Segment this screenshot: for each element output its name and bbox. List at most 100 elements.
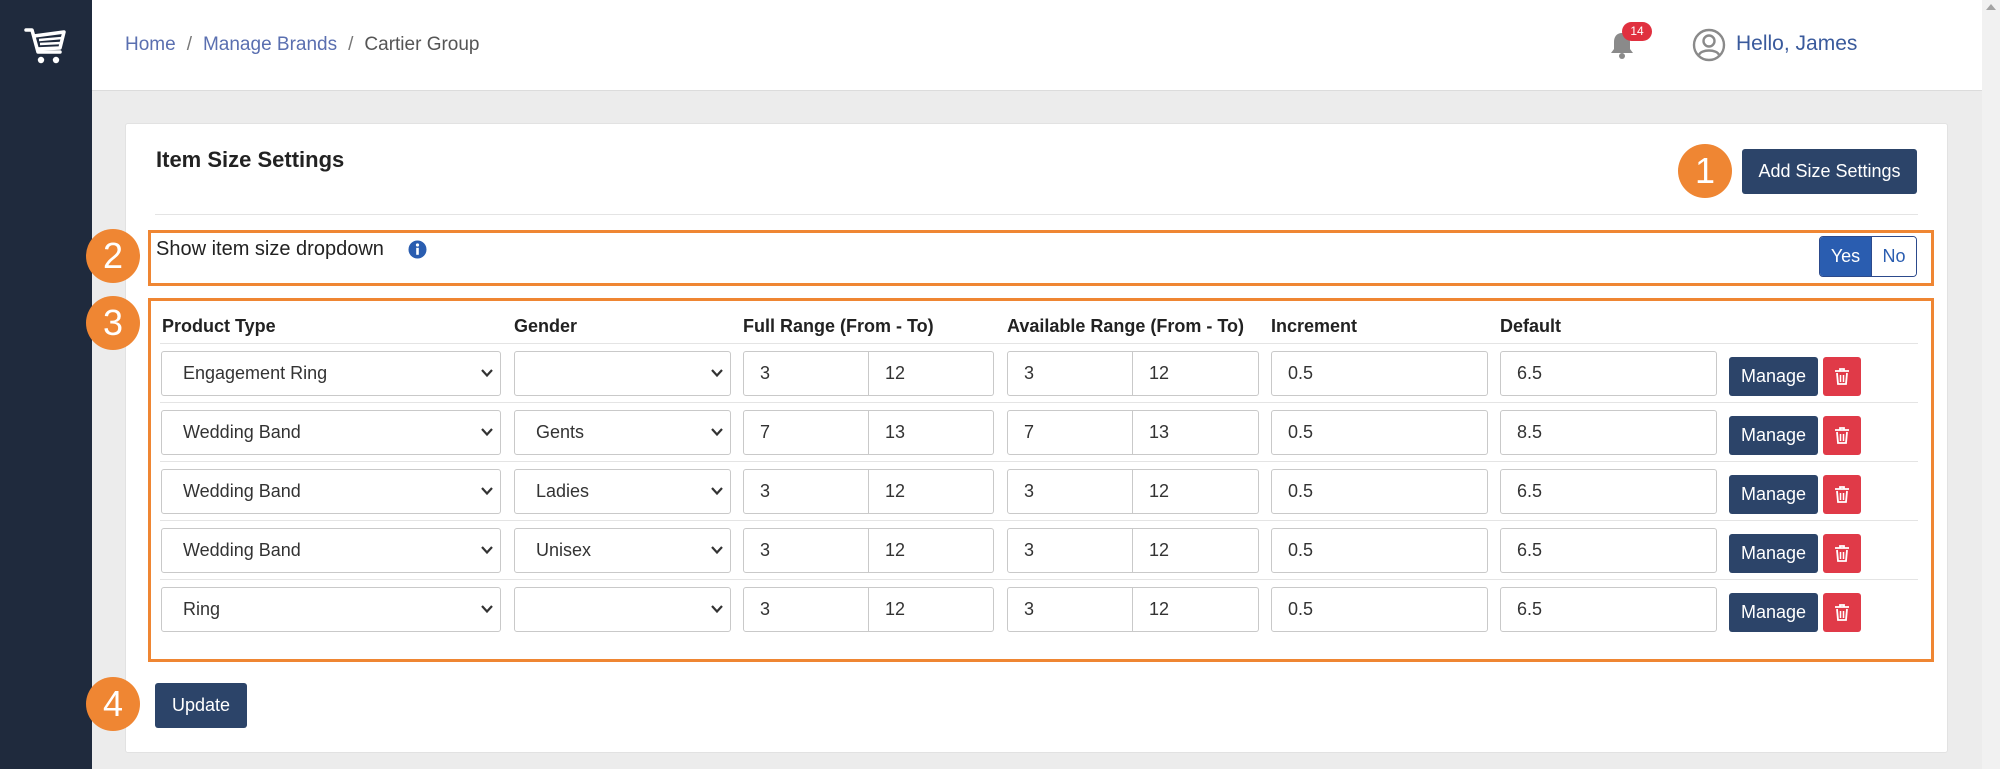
gender-select[interactable] xyxy=(514,587,731,632)
breadcrumb-current: Cartier Group xyxy=(364,34,480,55)
increment-input[interactable]: 0.5 xyxy=(1271,587,1488,632)
table-row: Wedding Band Ladies 3 12 3 12 0.5 6.5 Manage xyxy=(160,461,1918,520)
default-input[interactable]: 6.5 xyxy=(1500,528,1717,573)
full-range-from-input[interactable]: 3 xyxy=(743,587,869,632)
user-circle-icon[interactable] xyxy=(1692,28,1726,62)
delete-button[interactable] xyxy=(1823,416,1861,455)
manage-button[interactable]: Manage xyxy=(1729,357,1818,396)
column-header-available-range: Available Range (From - To) xyxy=(1007,316,1245,336)
add-size-settings-button[interactable]: Add Size Settings xyxy=(1742,149,1917,194)
default-input[interactable]: 6.5 xyxy=(1500,469,1717,514)
available-range-from-input[interactable]: 3 xyxy=(1007,587,1133,632)
full-range-to-input[interactable]: 12 xyxy=(869,469,994,514)
product-type-value: Wedding Band xyxy=(183,481,301,501)
available-range-to-input[interactable]: 12 xyxy=(1133,351,1259,396)
column-header-full-range: Full Range (From - To) xyxy=(743,316,934,336)
chevron-down-icon xyxy=(711,546,723,555)
increment-input[interactable]: 0.5 xyxy=(1271,469,1488,514)
delete-button[interactable] xyxy=(1823,534,1861,573)
trash-icon xyxy=(1835,427,1849,444)
breadcrumb-separator: / xyxy=(348,34,354,55)
product-type-select[interactable]: Wedding Band xyxy=(161,528,501,573)
user-greeting[interactable]: Hello, James xyxy=(1736,32,1857,56)
product-type-select[interactable]: Ring xyxy=(161,587,501,632)
product-type-select[interactable]: Wedding Band xyxy=(161,469,501,514)
increment-input[interactable]: 0.5 xyxy=(1271,528,1488,573)
default-input[interactable]: 8.5 xyxy=(1500,410,1717,455)
breadcrumb-manage-brands[interactable]: Manage Brands xyxy=(203,34,337,55)
trash-icon xyxy=(1835,368,1849,385)
full-range-from-input[interactable]: 3 xyxy=(743,469,869,514)
available-range-from-input[interactable]: 3 xyxy=(1007,528,1133,573)
full-range-to-input[interactable]: 12 xyxy=(869,587,994,632)
available-range-from-input[interactable]: 3 xyxy=(1007,469,1133,514)
chevron-down-icon xyxy=(481,369,493,378)
chevron-down-icon xyxy=(711,369,723,378)
default-input[interactable]: 6.5 xyxy=(1500,351,1717,396)
product-type-select[interactable]: Wedding Band xyxy=(161,410,501,455)
available-range-to-input[interactable]: 12 xyxy=(1133,587,1259,632)
increment-input[interactable]: 0.5 xyxy=(1271,351,1488,396)
default-input[interactable]: 6.5 xyxy=(1500,587,1717,632)
scrollbar[interactable] xyxy=(1982,0,2000,769)
chevron-down-icon xyxy=(481,605,493,614)
manage-button[interactable]: Manage xyxy=(1729,475,1818,514)
product-type-value: Wedding Band xyxy=(183,422,301,442)
table-row: Wedding Band Gents 7 13 7 13 0.5 8.5 Manage xyxy=(160,402,1918,461)
table-row: Ring 3 12 3 12 0.5 6.5 Manage xyxy=(160,579,1918,638)
update-button[interactable]: Update xyxy=(155,683,247,728)
breadcrumb-home[interactable]: Home xyxy=(125,34,176,55)
product-type-select[interactable]: Engagement Ring xyxy=(161,351,501,396)
toggle-no-button[interactable]: No xyxy=(1871,237,1916,276)
delete-button[interactable] xyxy=(1823,357,1861,396)
available-range-from-input[interactable]: 3 xyxy=(1007,351,1133,396)
manage-button[interactable]: Manage xyxy=(1729,416,1818,455)
breadcrumb-separator: / xyxy=(186,34,192,55)
chevron-down-icon xyxy=(711,605,723,614)
gender-select[interactable]: Gents xyxy=(514,410,731,455)
sidebar xyxy=(0,0,92,769)
cart-logo-icon[interactable] xyxy=(22,22,70,70)
callout-2: 2 xyxy=(86,229,140,283)
info-icon[interactable] xyxy=(408,240,427,259)
manage-button[interactable]: Manage xyxy=(1729,534,1818,573)
trash-icon xyxy=(1835,545,1849,562)
product-type-value: Wedding Band xyxy=(183,540,301,560)
full-range-to-input[interactable]: 12 xyxy=(869,528,994,573)
full-range-from-input[interactable]: 3 xyxy=(743,528,869,573)
manage-button[interactable]: Manage xyxy=(1729,593,1818,632)
increment-input[interactable]: 0.5 xyxy=(1271,410,1488,455)
delete-button[interactable] xyxy=(1823,593,1861,632)
gender-value: Gents xyxy=(536,422,585,442)
notification-badge: 14 xyxy=(1622,22,1652,41)
column-header-gender: Gender xyxy=(514,316,578,336)
toggle-label: Show item size dropdown xyxy=(156,238,384,260)
full-range-to-input[interactable]: 13 xyxy=(869,410,994,455)
product-type-value: Engagement Ring xyxy=(183,363,328,383)
full-range-from-input[interactable]: 7 xyxy=(743,410,869,455)
trash-icon xyxy=(1835,486,1849,503)
delete-button[interactable] xyxy=(1823,475,1861,514)
available-range-from-input[interactable]: 7 xyxy=(1007,410,1133,455)
column-header-default: Default xyxy=(1500,316,1562,336)
scroll-up-arrow[interactable] xyxy=(1986,4,1996,10)
callout-1: 1 xyxy=(1678,144,1732,198)
chevron-down-icon xyxy=(481,428,493,437)
breadcrumb: Home / Manage Brands / Cartier Group xyxy=(125,34,480,56)
available-range-to-input[interactable]: 13 xyxy=(1133,410,1259,455)
page-title: Item Size Settings xyxy=(156,147,345,172)
gender-select[interactable]: Unisex xyxy=(514,528,731,573)
full-range-to-input[interactable]: 12 xyxy=(869,351,994,396)
toggle-yes-button[interactable]: Yes xyxy=(1820,237,1871,276)
gender-select[interactable] xyxy=(514,351,731,396)
available-range-to-input[interactable]: 12 xyxy=(1133,469,1259,514)
chevron-down-icon xyxy=(711,428,723,437)
yes-no-toggle: Yes No xyxy=(1819,236,1917,277)
gender-select[interactable]: Ladies xyxy=(514,469,731,514)
divider xyxy=(155,214,1918,215)
column-header-product-type: Product Type xyxy=(162,316,276,336)
callout-4: 4 xyxy=(86,677,140,731)
product-type-value: Ring xyxy=(183,599,221,619)
available-range-to-input[interactable]: 12 xyxy=(1133,528,1259,573)
full-range-from-input[interactable]: 3 xyxy=(743,351,869,396)
